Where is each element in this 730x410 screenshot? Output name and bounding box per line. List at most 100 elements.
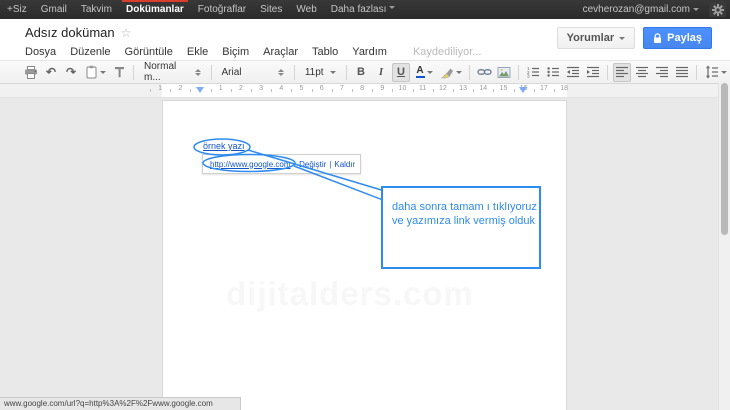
scrollbar-thumb[interactable] <box>721 83 728 235</box>
account-menu[interactable]: cevherozan@gmail.com <box>579 0 703 19</box>
bold-button[interactable]: B <box>352 63 370 82</box>
text-color-icon: A <box>416 66 425 78</box>
menu-table[interactable]: Tablo <box>312 46 338 58</box>
toolbar-separator <box>211 65 212 80</box>
nav-calendar[interactable]: Takvim <box>74 0 119 19</box>
comments-button[interactable]: Yorumlar <box>557 27 635 49</box>
ruler-tick <box>514 89 515 92</box>
font-dropdown[interactable]: Arial <box>217 64 289 81</box>
decrease-indent-button[interactable] <box>564 63 582 82</box>
bulleted-list-icon <box>546 65 560 79</box>
menu-format[interactable]: Biçim <box>222 46 249 58</box>
document-title[interactable]: Adsız doküman <box>25 25 115 40</box>
document-link-text[interactable]: örnek yazı <box>203 141 245 151</box>
menu-view[interactable]: Görüntüle <box>125 46 173 58</box>
saving-status: Kaydediliyor... <box>413 46 481 58</box>
ruler: 21123456789101112131415161718 <box>0 83 730 98</box>
ruler-tick <box>534 89 535 92</box>
nav-sites[interactable]: Sites <box>253 0 289 19</box>
styles-dropdown[interactable]: Normal m... <box>139 64 206 81</box>
undo-icon: ↶ <box>46 65 56 79</box>
line-spacing-button[interactable] <box>702 63 730 82</box>
ruler-number: 2 <box>178 85 182 92</box>
align-center-icon <box>635 65 649 79</box>
settings-button[interactable] <box>709 2 726 17</box>
nav-gmail[interactable]: Gmail <box>34 0 74 19</box>
updown-icon <box>278 69 284 76</box>
align-left-button[interactable] <box>613 63 631 82</box>
bubble-change-link[interactable]: Değiştir <box>299 160 326 169</box>
numbered-list-icon: 123 <box>526 65 540 79</box>
menu-edit[interactable]: Düzenle <box>70 46 110 58</box>
gear-icon <box>712 4 724 16</box>
undo-button[interactable]: ↶ <box>42 63 60 82</box>
print-icon <box>24 66 38 79</box>
nav-more-menu[interactable]: Daha fazlası <box>324 0 402 19</box>
ruler-number: 14 <box>479 85 487 92</box>
left-indent-marker[interactable] <box>196 87 204 93</box>
ruler-tick <box>433 89 434 92</box>
paint-format-button[interactable] <box>110 63 128 82</box>
line-spacing-icon <box>705 65 719 79</box>
toolbar-separator <box>469 65 470 80</box>
ruler-number: 7 <box>340 85 344 92</box>
ruler-number: 5 <box>300 85 304 92</box>
bubble-url-link[interactable]: http://www.google.com <box>210 160 290 169</box>
ruler-number: 18 <box>560 85 568 92</box>
ruler-tick <box>251 89 252 92</box>
italic-button[interactable]: I <box>372 63 390 82</box>
nav-plus-you[interactable]: +Siz <box>0 0 34 19</box>
ruler-tick <box>231 89 232 92</box>
bubble-dash: - <box>293 160 296 169</box>
menu-help[interactable]: Yardım <box>352 46 387 58</box>
menu-insert[interactable]: Ekle <box>187 46 208 58</box>
menu-tools[interactable]: Araçlar <box>263 46 298 58</box>
indent-icon <box>586 65 600 79</box>
star-icon[interactable]: ☆ <box>121 26 132 40</box>
align-center-button[interactable] <box>633 63 651 82</box>
ruler-tick <box>271 89 272 92</box>
bubble-remove-link[interactable]: Kaldır <box>334 160 355 169</box>
nav-web[interactable]: Web <box>289 0 323 19</box>
document-area: dijitalders.com <box>0 98 730 410</box>
share-label: Paylaş <box>667 32 702 44</box>
insert-link-button[interactable] <box>475 63 493 82</box>
redo-button[interactable]: ↷ <box>62 63 80 82</box>
ruler-number: 6 <box>320 85 324 92</box>
ruler-number: 1 <box>158 85 162 92</box>
ruler-number: 15 <box>500 85 508 92</box>
insert-image-button[interactable] <box>495 63 513 82</box>
right-indent-marker[interactable] <box>519 87 527 93</box>
share-button[interactable]: Paylaş <box>643 27 712 49</box>
italic-icon: I <box>379 66 383 78</box>
bulleted-list-button[interactable] <box>544 63 562 82</box>
toolbar-separator <box>518 65 519 80</box>
justify-button[interactable] <box>673 63 691 82</box>
vertical-scrollbar[interactable] <box>718 83 730 410</box>
underline-button[interactable]: U <box>392 63 410 82</box>
ruler-tick <box>493 89 494 92</box>
nav-documents[interactable]: Dokümanlar <box>119 0 191 19</box>
ruler-tick <box>392 89 393 92</box>
web-clipboard-button[interactable] <box>82 63 108 82</box>
nav-photos[interactable]: Fotoğraflar <box>191 0 253 19</box>
toolbar-separator <box>696 65 697 80</box>
chevron-down-icon <box>389 6 395 12</box>
lock-icon <box>653 33 662 44</box>
align-right-button[interactable] <box>653 63 671 82</box>
text-color-button[interactable]: A <box>412 63 436 82</box>
menu-file[interactable]: Dosya <box>25 46 56 58</box>
status-url-text: www.google.com/url?q=http%3A%2F%2Fwww.go… <box>4 399 213 408</box>
ruler-number: 11 <box>419 85 426 92</box>
callout-note-box: daha sonra tamam ı tıklıyoruz ve yazımız… <box>381 186 541 269</box>
highlight-color-button[interactable] <box>438 63 464 82</box>
numbered-list-button[interactable]: 123 <box>524 63 542 82</box>
ruler-number: 1 <box>219 85 223 92</box>
print-button[interactable] <box>22 63 40 82</box>
ruler-number: 9 <box>380 85 384 92</box>
ruler-number: 3 <box>259 85 263 92</box>
chevron-down-icon <box>721 71 727 77</box>
increase-indent-button[interactable] <box>584 63 602 82</box>
font-size-dropdown[interactable]: 11pt <box>300 64 341 81</box>
ruler-number: 2 <box>239 85 243 92</box>
